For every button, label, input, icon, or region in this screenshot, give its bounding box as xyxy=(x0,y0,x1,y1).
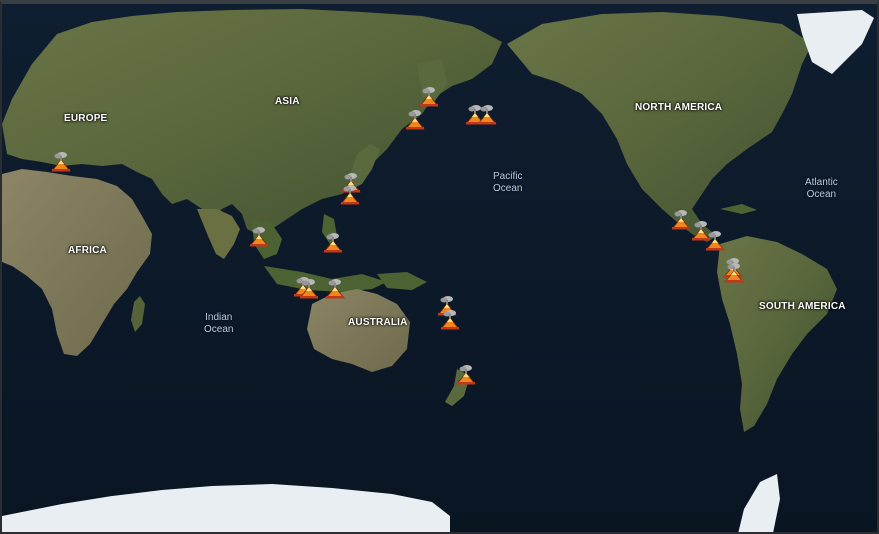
label-atlantic-ocean: Atlantic Ocean xyxy=(805,177,838,201)
label-pacific-ocean: Pacific Ocean xyxy=(493,171,522,195)
volcano-icon[interactable] xyxy=(704,230,726,252)
volcano-icon[interactable] xyxy=(50,151,72,173)
volcano-icon[interactable] xyxy=(439,309,461,331)
label-indian-line2: Ocean xyxy=(204,324,234,335)
volcano-icon[interactable] xyxy=(324,278,346,300)
label-pacific-line2: Ocean xyxy=(493,183,523,194)
label-atlantic-line1: Atlantic xyxy=(805,177,838,188)
volcano-icon[interactable] xyxy=(476,104,498,126)
label-indian-ocean: Indian Ocean xyxy=(204,312,233,336)
label-south-america: SOUTH AMERICA xyxy=(759,301,846,312)
volcano-icon[interactable] xyxy=(298,278,320,300)
volcano-icon[interactable] xyxy=(404,109,426,131)
volcano-icon[interactable] xyxy=(339,184,361,206)
label-asia: ASIA xyxy=(275,96,300,107)
label-atlantic-line2: Ocean xyxy=(806,189,837,200)
label-indian-line1: Indian xyxy=(205,312,233,323)
label-europe: EUROPE xyxy=(64,113,108,124)
volcano-icon[interactable] xyxy=(670,209,692,231)
label-africa: AFRICA xyxy=(68,245,107,256)
label-pacific-line1: Pacific xyxy=(493,171,523,182)
label-north-america: NORTH AMERICA xyxy=(635,102,723,113)
volcano-icon[interactable] xyxy=(455,364,477,386)
volcano-icon[interactable] xyxy=(723,262,745,284)
volcano-icon[interactable] xyxy=(322,232,344,254)
volcano-icon[interactable] xyxy=(248,226,270,248)
world-map[interactable] xyxy=(2,4,879,534)
map-view[interactable]: EUROPE ASIA AFRICA AUSTRALIA NORTH AMERI… xyxy=(0,0,879,534)
volcano-icon[interactable] xyxy=(418,86,440,108)
label-australia: AUSTRALIA xyxy=(348,317,408,328)
